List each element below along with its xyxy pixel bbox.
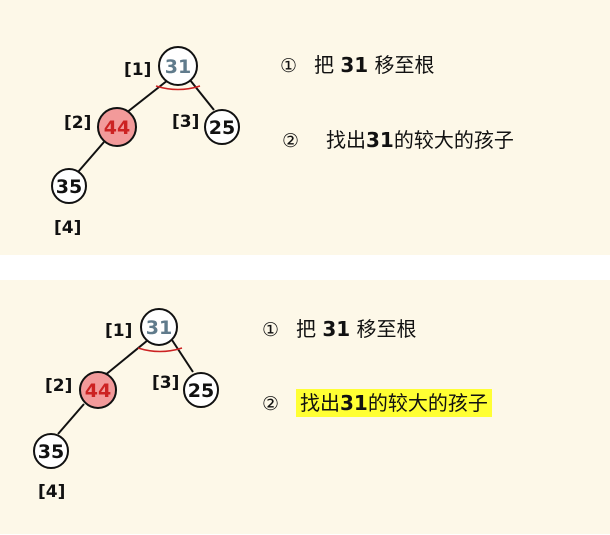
step-2: ② 找出31的较大的孩子 <box>282 124 514 153</box>
step-2: ② 找出31的较大的孩子 <box>262 387 492 417</box>
step-text-pre: 找出 <box>326 128 366 152</box>
node-index-label: [2] <box>64 113 91 133</box>
tree-node-35: 35 <box>51 168 87 204</box>
step-text-bold: 31 <box>322 317 351 341</box>
step-text-post: 移至根 <box>368 53 435 77</box>
step-marker: ② <box>282 130 300 152</box>
tree-node-35: 35 <box>33 433 69 469</box>
step-marker: ② <box>262 393 280 415</box>
edge-31-25 <box>189 79 215 111</box>
tree-node-31: 31 <box>140 308 178 346</box>
node-value: 31 <box>165 56 191 78</box>
panel-divider <box>0 255 610 280</box>
node-value: 25 <box>209 117 235 139</box>
step-marker: ① <box>262 319 280 341</box>
node-index-label: [3] <box>152 373 179 393</box>
step-text-pre: 把 <box>296 317 323 341</box>
step-1: ①把 31 移至根 <box>280 49 435 78</box>
step-text-pre: 把 <box>314 53 341 77</box>
node-index-label: [4] <box>54 218 81 238</box>
step-text-post: 的较大的孩子 <box>393 128 514 152</box>
tree-node-44: 44 <box>97 107 137 147</box>
tree-node-25: 25 <box>183 372 219 408</box>
node-value: 35 <box>56 176 82 198</box>
step-text-pre: 找出 <box>300 391 340 415</box>
step-text-post: 的较大的孩子 <box>367 391 488 415</box>
edge-31-44 <box>125 79 169 114</box>
node-index-label: [1] <box>124 60 151 80</box>
diagram-panel-1: 31 [1] 44 [2] 25 [3] 35 [4] ①把 31 移至根 ② 找… <box>0 0 610 255</box>
node-value: 35 <box>38 441 64 463</box>
swap-mark <box>155 85 201 91</box>
node-index-label: [3] <box>172 112 199 132</box>
step-1: ①把 31 移至根 <box>262 313 417 342</box>
node-value: 31 <box>146 317 172 339</box>
step-text-bold: 31 <box>366 128 394 152</box>
step-text-bold: 31 <box>340 391 368 415</box>
node-value: 44 <box>104 117 130 139</box>
edge-44-35 <box>77 141 105 173</box>
diagram-panel-2: 31 [1] 44 [2] 25 [3] 35 [4] ①把 31 移至根 ②找… <box>0 280 610 534</box>
tree-node-44: 44 <box>79 371 117 409</box>
step-text-post: 移至根 <box>350 317 417 341</box>
tree-node-25: 25 <box>204 109 240 145</box>
node-index-label: [2] <box>45 376 72 396</box>
node-value: 44 <box>85 380 111 402</box>
edge-31-44 <box>103 339 149 377</box>
node-value: 25 <box>188 380 214 402</box>
highlighted-step-text: 找出31的较大的孩子 <box>296 389 492 417</box>
step-marker: ① <box>280 55 298 77</box>
node-index-label: [4] <box>38 482 65 502</box>
edge-44-35 <box>57 403 85 435</box>
swap-mark <box>137 347 183 353</box>
node-index-label: [1] <box>105 321 132 341</box>
tree-node-31: 31 <box>158 46 198 86</box>
step-text-bold: 31 <box>340 53 369 77</box>
edge-31-25 <box>171 339 194 373</box>
